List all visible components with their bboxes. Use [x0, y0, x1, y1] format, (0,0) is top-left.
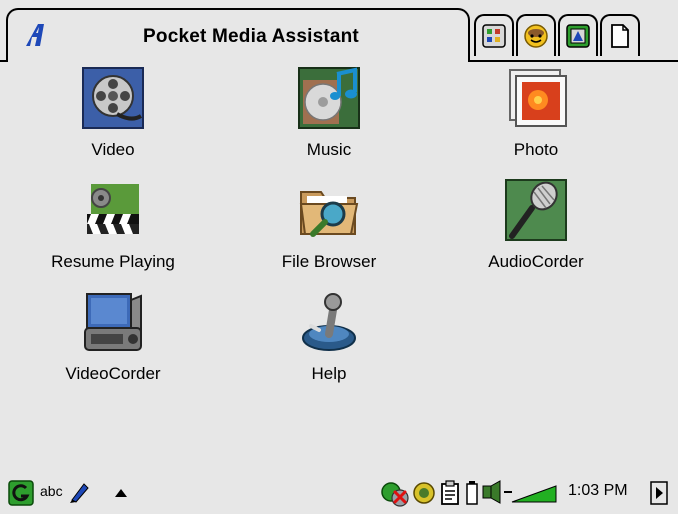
app-label-video: Video [91, 140, 135, 159]
tab-media-app[interactable] [558, 14, 598, 56]
app-logo-icon [26, 24, 44, 46]
battery-icon [466, 481, 478, 505]
media-app-icon [566, 24, 590, 48]
tv-camera-icon [84, 293, 142, 351]
pen-input-button[interactable] [68, 480, 90, 509]
volume-status[interactable] [482, 480, 558, 511]
app-file-browser[interactable]: File Browser [229, 178, 429, 288]
app-label-videocorder: VideoCorder [65, 364, 161, 383]
film-reel-icon [82, 67, 144, 129]
title-tab: Pocket Media Assistant [6, 8, 470, 62]
network-status[interactable] [380, 480, 410, 513]
apps-grid-icon [482, 24, 506, 48]
microphone-icon [505, 179, 567, 241]
app-audiocorder[interactable]: AudioCorder [436, 178, 636, 288]
app-music[interactable]: Music [229, 66, 429, 176]
app-label-music: Music [306, 140, 352, 159]
app-photo[interactable]: Photo [436, 66, 636, 176]
speaker-icon [413, 482, 435, 504]
start-logo-icon [8, 480, 34, 506]
right-arrow-icon [650, 481, 668, 505]
title-bar: Pocket Media Assistant [0, 0, 678, 62]
music-cd-icon [298, 67, 360, 129]
sip-toggle-button[interactable] [114, 486, 128, 504]
clipboard-status[interactable] [440, 480, 460, 511]
taskbar: abc 1:03 PM [0, 474, 678, 514]
sound-status[interactable] [412, 481, 436, 510]
app-title: Pocket Media Assistant [143, 26, 359, 47]
volume-level-icon [482, 480, 557, 504]
smiley-icon [524, 24, 548, 48]
app-help[interactable]: Help [229, 290, 429, 400]
pen-icon [70, 483, 89, 503]
app-video[interactable]: Video [13, 66, 213, 176]
network-error-icon [381, 482, 409, 507]
document-icon [611, 24, 629, 48]
input-method-label[interactable]: abc [40, 483, 63, 499]
tab-smiley[interactable] [516, 14, 556, 56]
tab-apps-grid[interactable] [474, 14, 514, 56]
taskbar-scroll-button[interactable] [650, 481, 668, 510]
app-videocorder[interactable]: VideoCorder [13, 290, 213, 400]
clock[interactable]: 1:03 PM [568, 482, 628, 500]
help-joystick-icon [302, 293, 356, 351]
clipboard-icon [441, 480, 459, 505]
app-label-file-browser: File Browser [281, 252, 377, 271]
app-label-resume-playing: Resume Playing [51, 252, 175, 271]
app-label-help: Help [311, 364, 347, 383]
tab-document[interactable] [600, 14, 640, 56]
app-label-audiocorder: AudioCorder [488, 252, 584, 271]
photo-icon [509, 69, 567, 127]
up-arrow-icon [115, 489, 127, 497]
app-label-photo: Photo [513, 140, 559, 159]
app-resume-playing[interactable]: Resume Playing [13, 178, 213, 288]
screen: Pocket Media Assistant Video Music Photo… [0, 0, 678, 514]
battery-status[interactable] [466, 480, 478, 511]
start-button[interactable] [8, 480, 34, 511]
clapperboard-icon [87, 184, 139, 234]
folder-magnifier-icon [299, 191, 359, 237]
